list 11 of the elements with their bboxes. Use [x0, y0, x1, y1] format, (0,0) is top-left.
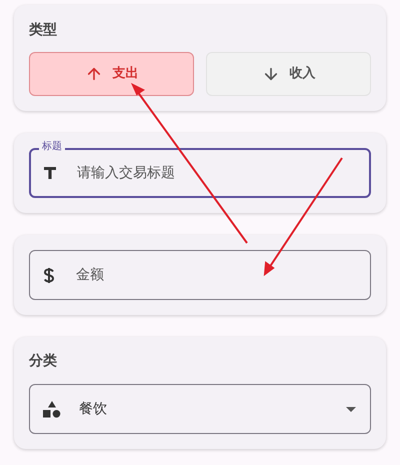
section-label: 分类 — [29, 352, 58, 370]
category-dropdown[interactable]: 餐饮 — [29, 384, 371, 434]
dollar-icon — [43, 266, 55, 284]
input-field[interactable]: 金额 — [29, 250, 371, 300]
dropdown-caret-icon — [346, 406, 356, 412]
category-value: 餐饮 — [79, 400, 108, 418]
shapes-icon — [43, 400, 61, 418]
type-toggle-button[interactable]: 收入 — [206, 52, 371, 96]
section-label: 类型 — [29, 21, 58, 39]
text-format-icon — [43, 166, 57, 180]
type-toggle-button[interactable]: 支出 — [29, 52, 194, 96]
